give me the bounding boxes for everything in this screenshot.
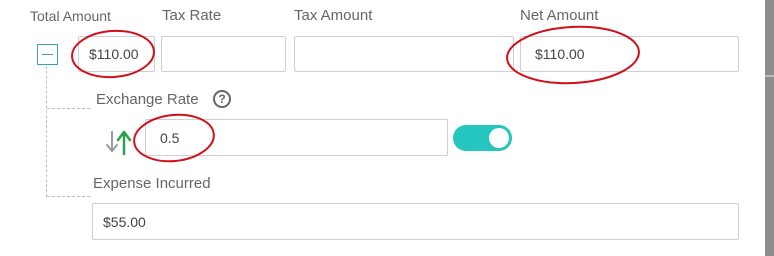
tax-amount-field[interactable] xyxy=(294,36,514,72)
total-amount-field[interactable]: $110.00 xyxy=(78,36,155,72)
minus-square-icon[interactable] xyxy=(37,44,58,65)
tree-connector-branch xyxy=(47,108,90,109)
question-circle-icon[interactable]: ? xyxy=(213,90,231,108)
exchange-rate-toggle[interactable] xyxy=(453,125,512,151)
net-amount-field[interactable]: $110.00 xyxy=(520,36,739,72)
scrollbar-notch xyxy=(765,75,774,77)
expense-incurred-label: Expense Incurred xyxy=(93,175,211,192)
toggle-knob xyxy=(489,128,509,148)
net-amount-label: Net Amount xyxy=(520,7,599,24)
minus-glyph xyxy=(42,54,53,55)
tax-amount-label: Tax Amount xyxy=(294,7,373,24)
tree-connector-branch xyxy=(47,196,90,197)
tree-connector-vertical xyxy=(46,66,47,197)
swap-arrows-icon[interactable] xyxy=(104,128,134,156)
total-amount-label: Total Amount xyxy=(30,8,111,24)
expense-incurred-field[interactable]: $55.00 xyxy=(92,203,739,240)
exchange-rate-field[interactable]: 0.5 xyxy=(145,119,448,156)
exchange-rate-label: Exchange Rate xyxy=(96,91,199,108)
tax-rate-field[interactable] xyxy=(161,36,286,72)
tax-rate-label: Tax Rate xyxy=(162,7,222,24)
window-scrollbar-edge xyxy=(765,0,774,256)
